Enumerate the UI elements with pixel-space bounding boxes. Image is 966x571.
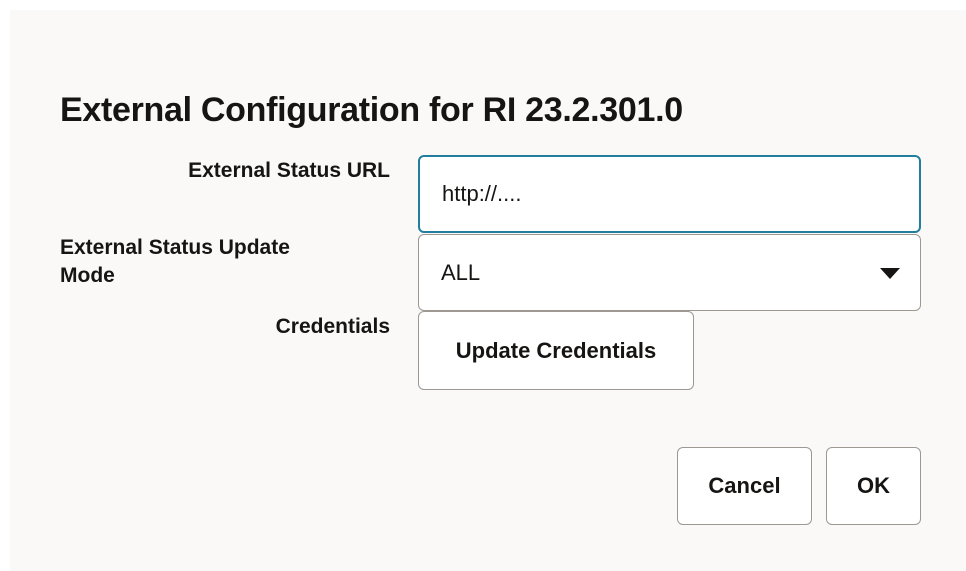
ok-button[interactable]: OK — [826, 447, 921, 525]
update-mode-label-line-1: External Status Update — [60, 236, 290, 259]
update-credentials-button[interactable]: Update Credentials — [418, 311, 694, 390]
external-status-update-mode-select[interactable]: ALL — [418, 234, 921, 311]
external-status-url-label: External Status URL — [188, 159, 390, 182]
update-mode-selected-value: ALL — [441, 260, 481, 285]
chevron-down-icon[interactable] — [880, 268, 900, 279]
external-status-update-mode-label: External Status Update Mode — [60, 234, 290, 290]
update-mode-label-line-2: Mode — [60, 264, 115, 287]
external-status-url-input[interactable] — [418, 155, 921, 233]
cancel-button[interactable]: Cancel — [677, 447, 812, 525]
credentials-label: Credentials — [275, 315, 390, 338]
dialog-title: External Configuration for RI 23.2.301.0 — [60, 91, 683, 129]
external-configuration-dialog: External Configuration for RI 23.2.301.0… — [10, 10, 966, 571]
